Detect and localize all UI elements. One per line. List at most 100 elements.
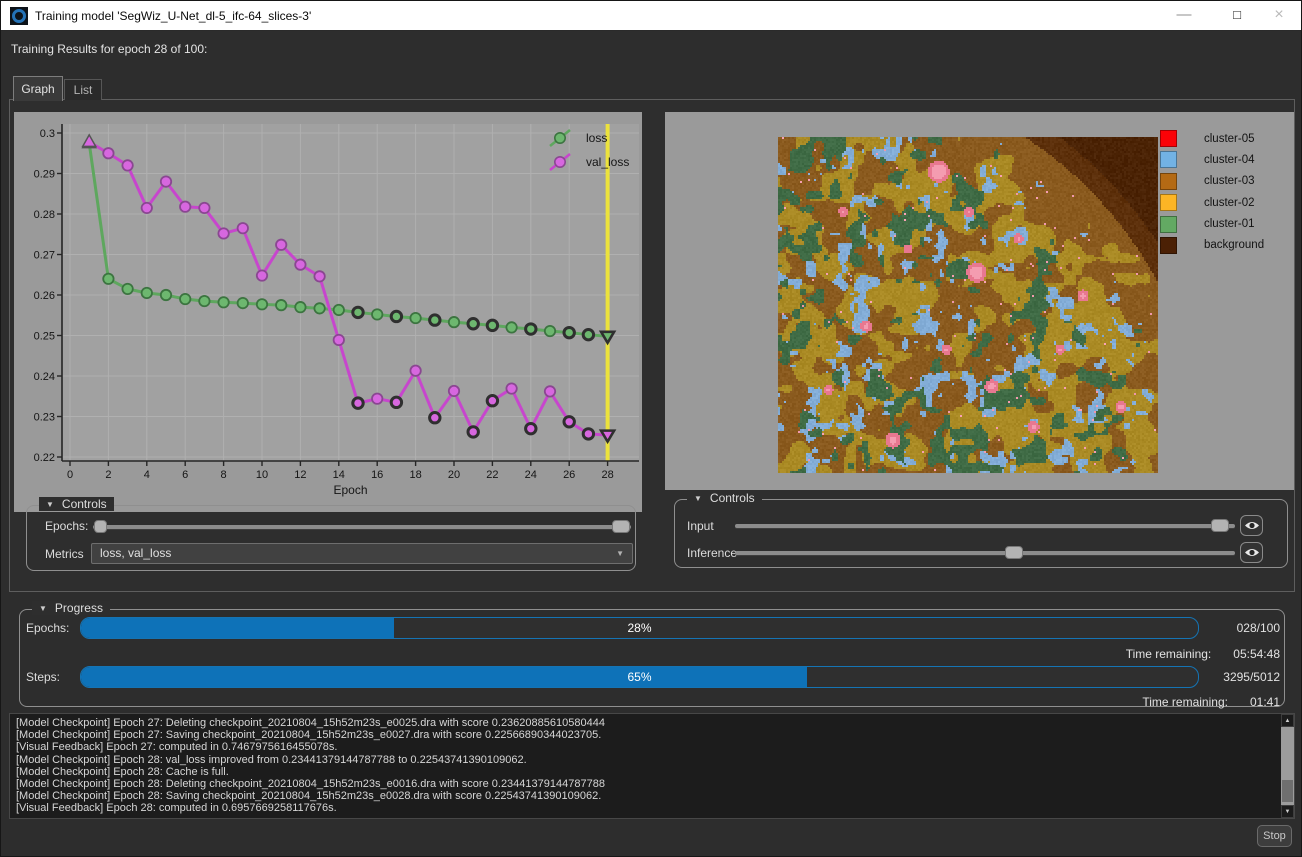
inference-slider-handle[interactable] (1005, 546, 1023, 559)
legend-label: background (1204, 239, 1264, 251)
svg-text:0.3: 0.3 (40, 128, 55, 140)
legend-color-chip (1160, 173, 1177, 190)
svg-text:24: 24 (525, 469, 537, 481)
svg-text:0: 0 (67, 469, 73, 481)
legend-item: background (1160, 237, 1264, 254)
progress-title: Progress (55, 601, 103, 615)
scroll-up-icon[interactable]: ▲ (1281, 714, 1294, 727)
svg-text:0.26: 0.26 (34, 290, 55, 302)
input-opacity-slider[interactable] (735, 518, 1235, 533)
log-line: [Model Checkpoint] Epoch 28: Cache is fu… (16, 766, 1276, 778)
svg-text:2: 2 (105, 469, 111, 481)
log-line: [Model Checkpoint] Epoch 27: Saving chec… (16, 729, 1276, 741)
svg-text:4: 4 (144, 469, 150, 481)
time-remaining-value: 05:54:48 (1233, 647, 1280, 661)
svg-text:16: 16 (371, 469, 383, 481)
log-scrollbar[interactable]: ▲ ▼ (1281, 714, 1294, 818)
steps-progress-percent: 65% (81, 670, 1198, 684)
legend-label: cluster-01 (1204, 218, 1255, 230)
window-title: Training model 'SegWiz_U-Net_dl-5_ifc-64… (35, 1, 311, 31)
svg-text:10: 10 (256, 469, 268, 481)
log-lines: [Model Checkpoint] Epoch 27: Deleting ch… (16, 717, 1276, 815)
graph-controls-title: Controls (62, 497, 107, 511)
view-controls-header[interactable]: ▼ Controls (687, 491, 762, 505)
epochs-progress-count: 028/100 (1237, 621, 1280, 635)
svg-text:0.28: 0.28 (34, 209, 55, 221)
minimize-button[interactable]: — (1163, 1, 1205, 31)
svg-text:0.23: 0.23 (34, 412, 55, 424)
input-visibility-button[interactable] (1240, 515, 1263, 536)
tab-content-panel: 0.30.290.280.270.260.250.240.230.2202468… (9, 99, 1295, 592)
log-line: [Model Checkpoint] Epoch 28: Saving chec… (16, 790, 1276, 802)
svg-text:28: 28 (601, 469, 613, 481)
maximize-button[interactable]: □ (1216, 1, 1258, 31)
collapse-arrow-icon[interactable]: ▼ (694, 494, 702, 503)
svg-text:Epoch: Epoch (333, 483, 367, 497)
svg-text:22: 22 (486, 469, 498, 481)
close-button[interactable]: × (1258, 1, 1300, 31)
epochs-progress-bar: 28% (80, 617, 1199, 639)
graph-controls-header[interactable]: ▼ Controls (39, 497, 114, 511)
inference-slider-groove[interactable] (735, 551, 1235, 555)
titlebar: Training model 'SegWiz_U-Net_dl-5_ifc-64… (1, 1, 1302, 31)
epochs-range-max-handle[interactable] (612, 520, 630, 533)
metrics-dropdown[interactable]: loss, val_loss ▼ (91, 543, 633, 564)
steps-time-remaining: Time remaining:01:41 (1142, 695, 1280, 709)
legend-item: cluster-04 (1160, 151, 1264, 168)
log-line: [Visual Feedback] Epoch 27: computed in … (16, 741, 1276, 753)
app-window: Training model 'SegWiz_U-Net_dl-5_ifc-64… (0, 0, 1302, 857)
log-line: [Model Checkpoint] Epoch 28: val_loss im… (16, 754, 1276, 766)
legend-label: cluster-05 (1204, 133, 1255, 145)
progress-group: ▼Progress Epochs: 28% 028/100 Time remai… (19, 609, 1285, 707)
svg-text:0.29: 0.29 (34, 169, 55, 181)
log-line: [Visual Feedback] Epoch 28: computed in … (16, 802, 1276, 814)
scrollbar-thumb[interactable] (1282, 780, 1293, 802)
time-remaining-value: 01:41 (1250, 695, 1280, 709)
metrics-dropdown-value: loss, val_loss (100, 546, 171, 560)
chart-legend-loss: loss (586, 131, 607, 145)
inference-visibility-button[interactable] (1240, 542, 1263, 563)
tab-list[interactable]: List (64, 79, 102, 100)
view-controls-title: Controls (710, 491, 755, 505)
inference-opacity-slider[interactable] (735, 545, 1235, 560)
inference-preview-panel: cluster-05 cluster-04 cluster-03 cluster-02… (665, 112, 1294, 490)
stop-button[interactable]: Stop (1257, 825, 1292, 847)
progress-header[interactable]: ▼ Progress (32, 601, 110, 615)
tab-graph[interactable]: Graph (13, 76, 63, 101)
chart-legend-val_loss: val_loss (586, 155, 629, 169)
app-logo-ring (12, 9, 26, 23)
epochs-time-remaining: Time remaining:05:54:48 (1126, 647, 1280, 661)
class-legend: cluster-05 cluster-04 cluster-03 cluster-02… (1160, 130, 1264, 258)
svg-text:12: 12 (294, 469, 306, 481)
epochs-slider-groove[interactable] (93, 525, 631, 529)
svg-text:26: 26 (563, 469, 575, 481)
legend-color-chip (1160, 237, 1177, 254)
input-slider-groove[interactable] (735, 524, 1235, 528)
loss-chart: 0.30.290.280.270.260.250.240.230.2202468… (14, 112, 642, 512)
app-icon (10, 7, 28, 25)
collapse-arrow-icon[interactable]: ▼ (39, 604, 47, 613)
eye-icon (1244, 547, 1260, 558)
legend-item: cluster-01 (1160, 216, 1264, 233)
svg-text:0.25: 0.25 (34, 331, 55, 343)
collapse-arrow-icon[interactable]: ▼ (46, 500, 54, 509)
input-slider-label: Input (687, 519, 714, 533)
legend-color-chip (1160, 216, 1177, 233)
input-slider-handle[interactable] (1211, 519, 1229, 532)
scroll-down-icon[interactable]: ▼ (1281, 805, 1294, 818)
svg-text:6: 6 (182, 469, 188, 481)
legend-color-chip (1160, 130, 1177, 147)
segmentation-image (778, 137, 1158, 473)
epochs-range-min-handle[interactable] (94, 520, 107, 533)
view-controls-group: ▼Controls Input Inference (674, 499, 1288, 568)
steps-progress-bar: 65% (80, 666, 1199, 688)
steps-progress-count: 3295/5012 (1223, 670, 1280, 684)
inference-slider-label: Inference (687, 546, 737, 560)
legend-label: cluster-02 (1204, 197, 1255, 209)
svg-text:0.24: 0.24 (34, 371, 55, 383)
epochs-slider-label: Epochs: (45, 519, 88, 533)
legend-item: cluster-03 (1160, 173, 1264, 190)
chevron-down-icon: ▼ (616, 544, 624, 563)
legend-item: cluster-05 (1160, 130, 1264, 147)
epochs-range-slider[interactable] (93, 519, 631, 534)
